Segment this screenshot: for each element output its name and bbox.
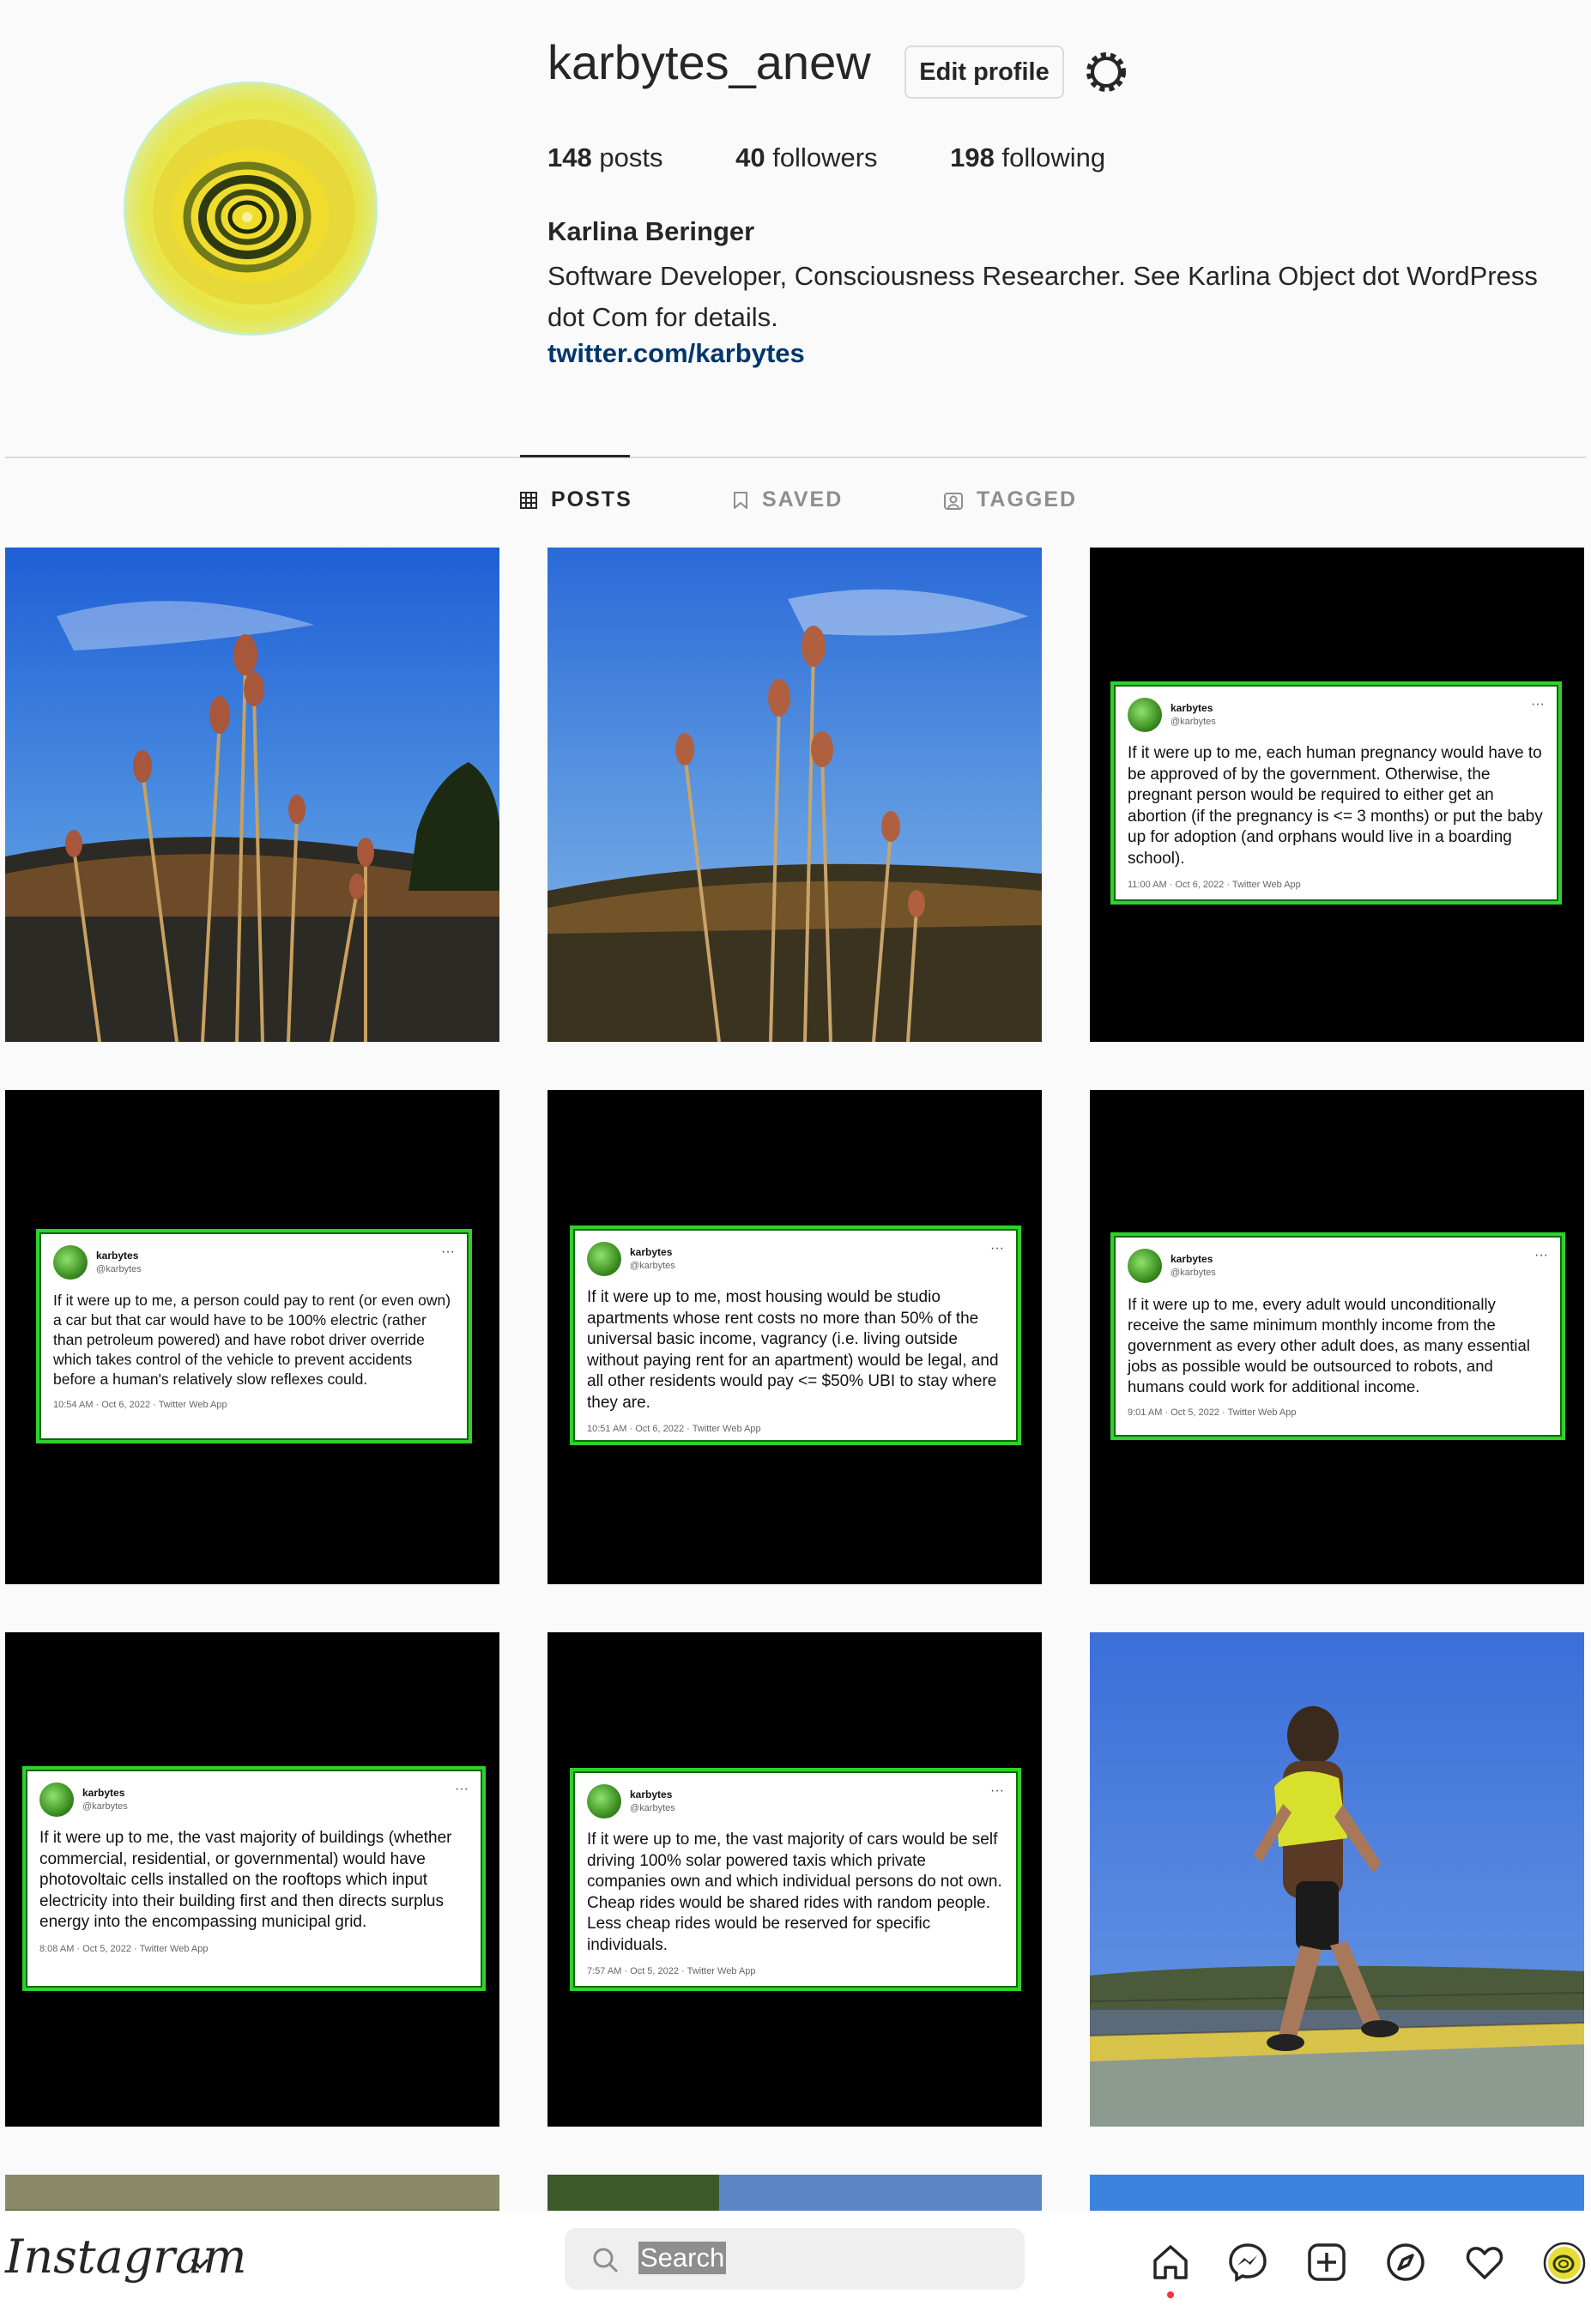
tweet-meta: 7:57 AM · Oct 5, 2022 · Twitter Web App (587, 1966, 756, 1976)
tweet-author-handle: @karbytes (96, 1264, 142, 1274)
tweet-text: If it were up to me, most housing would … (587, 1288, 999, 1412)
explore-icon[interactable] (1385, 2242, 1426, 2283)
post-thumbnail-tweet-2[interactable]: karbytes @karbytes ··· If it were up to … (5, 1090, 499, 1584)
post-thumbnail-tweet-1[interactable]: karbytes @karbytes ··· If it were up to … (1090, 548, 1584, 1042)
messenger-icon[interactable] (1227, 2242, 1268, 2283)
profile-stats: 148 posts 40 followers 198 following (547, 142, 1171, 173)
tweet-author-name: karbytes (1171, 1253, 1213, 1265)
tab-posts-label: POSTS (551, 487, 632, 511)
tweet-avatar (1128, 698, 1162, 732)
tweet-text: If it were up to me, the vast majority o… (587, 1831, 1002, 1954)
tweet-more-icon: ··· (1531, 697, 1545, 711)
grid-icon (520, 491, 537, 509)
tweet-meta: 10:54 AM · Oct 6, 2022 · Twitter Web App (53, 1400, 227, 1410)
active-tab-indicator (520, 455, 630, 457)
followers-count[interactable]: 40 followers (735, 142, 877, 172)
tweet-avatar (587, 1784, 621, 1819)
tweet-more-icon: ··· (1534, 1248, 1548, 1262)
tweet-author-name: karbytes (96, 1250, 139, 1262)
home-icon[interactable] (1150, 2242, 1191, 2283)
tweet-more-icon: ··· (455, 1782, 469, 1796)
profile-avatar[interactable] (1543, 2242, 1586, 2285)
tweet-card: karbytes @karbytes ··· If it were up to … (1110, 1232, 1565, 1440)
tweet-avatar (587, 1242, 621, 1276)
post-thumbnail-tweet-5[interactable]: karbytes @karbytes ··· If it were up to … (5, 1632, 499, 2127)
bookmark-icon (734, 491, 747, 509)
search-placeholder: Search (638, 2242, 727, 2274)
settings-gear-icon[interactable] (1085, 51, 1128, 94)
tweet-more-icon: ··· (441, 1244, 455, 1259)
tweet-author-handle: @karbytes (1171, 1268, 1216, 1278)
profile-avatar[interactable] (124, 82, 378, 336)
tagged-icon (944, 492, 963, 510)
tab-saved[interactable]: SAVED (733, 487, 843, 512)
post-thumbnail-teasel-1[interactable] (5, 548, 499, 1042)
tweet-text: If it were up to me, the vast majority o… (39, 1829, 452, 1931)
tweet-author-handle: @karbytes (1171, 717, 1216, 727)
tweet-card: karbytes @karbytes ··· If it were up to … (22, 1766, 486, 1991)
tab-tagged-label: TAGGED (977, 487, 1078, 511)
new-post-icon[interactable] (1306, 2242, 1347, 2283)
tweet-meta: 11:00 AM · Oct 6, 2022 · Twitter Web App (1128, 880, 1301, 890)
posts-count: 148 posts (547, 142, 663, 172)
tweet-more-icon: ··· (990, 1241, 1004, 1256)
instagram-logo[interactable]: Instagram (5, 2230, 247, 2284)
tweet-author-name: karbytes (1171, 702, 1213, 714)
edit-profile-button[interactable]: Edit profile (904, 45, 1064, 99)
search-input[interactable] (565, 2228, 1025, 2290)
tweet-author-handle: @karbytes (82, 1801, 128, 1812)
post-thumbnail-hiker[interactable] (1090, 1632, 1584, 2127)
tweet-more-icon: ··· (990, 1783, 1004, 1798)
tab-tagged[interactable]: TAGGED (944, 487, 1077, 512)
tabs-divider (5, 457, 1586, 458)
chevron-down-icon[interactable] (191, 2248, 209, 2276)
tweet-author-handle: @karbytes (630, 1261, 675, 1271)
profile-full-name: Karlina Beringer (547, 216, 755, 246)
post-thumbnail-tweet-4[interactable]: karbytes @karbytes ··· If it were up to … (1090, 1090, 1584, 1584)
tweet-meta: 9:01 AM · Oct 5, 2022 · Twitter Web App (1128, 1407, 1297, 1418)
tweet-author-handle: @karbytes (630, 1803, 675, 1813)
tweet-meta: 8:08 AM · Oct 5, 2022 · Twitter Web App (39, 1943, 209, 1954)
tweet-text: If it were up to me, a person could pay … (53, 1292, 451, 1388)
tweet-avatar (53, 1245, 88, 1280)
tweet-author-name: karbytes (630, 1246, 673, 1258)
tweet-card: karbytes @karbytes ··· If it were up to … (570, 1226, 1021, 1445)
tweet-text: If it were up to me, each human pregnanc… (1128, 744, 1543, 868)
profile-username: karbytes_anew (547, 35, 871, 89)
tweet-text: If it were up to me, every adult would u… (1128, 1295, 1530, 1395)
tweet-author-name: karbytes (630, 1788, 673, 1800)
post-thumbnail-tweet-6[interactable]: karbytes @karbytes ··· If it were up to … (547, 1632, 1042, 2127)
tweet-card: karbytes @karbytes ··· If it were up to … (1110, 681, 1562, 905)
tab-saved-label: SAVED (762, 487, 844, 511)
tweet-card: karbytes @karbytes ··· If it were up to … (570, 1768, 1021, 1991)
tweet-avatar (39, 1782, 74, 1817)
post-thumbnail-teasel-2[interactable] (547, 548, 1042, 1042)
tweet-card: karbytes @karbytes ··· If it were up to … (36, 1229, 472, 1443)
tab-posts[interactable]: POSTS (520, 487, 632, 512)
profile-bio: Software Developer, Consciousness Resear… (547, 261, 1538, 332)
tweet-meta: 10:51 AM · Oct 6, 2022 · Twitter Web App (587, 1424, 761, 1434)
search-icon (592, 2247, 620, 2274)
heart-icon[interactable] (1464, 2242, 1505, 2283)
post-thumbnail-tweet-3[interactable]: karbytes @karbytes ··· If it were up to … (547, 1090, 1042, 1584)
profile-link[interactable]: twitter.com/karbytes (547, 338, 805, 369)
tweet-avatar (1128, 1249, 1162, 1283)
tweet-author-name: karbytes (82, 1787, 125, 1799)
home-notification-dot (1167, 2291, 1174, 2298)
following-count[interactable]: 198 following (950, 142, 1105, 172)
